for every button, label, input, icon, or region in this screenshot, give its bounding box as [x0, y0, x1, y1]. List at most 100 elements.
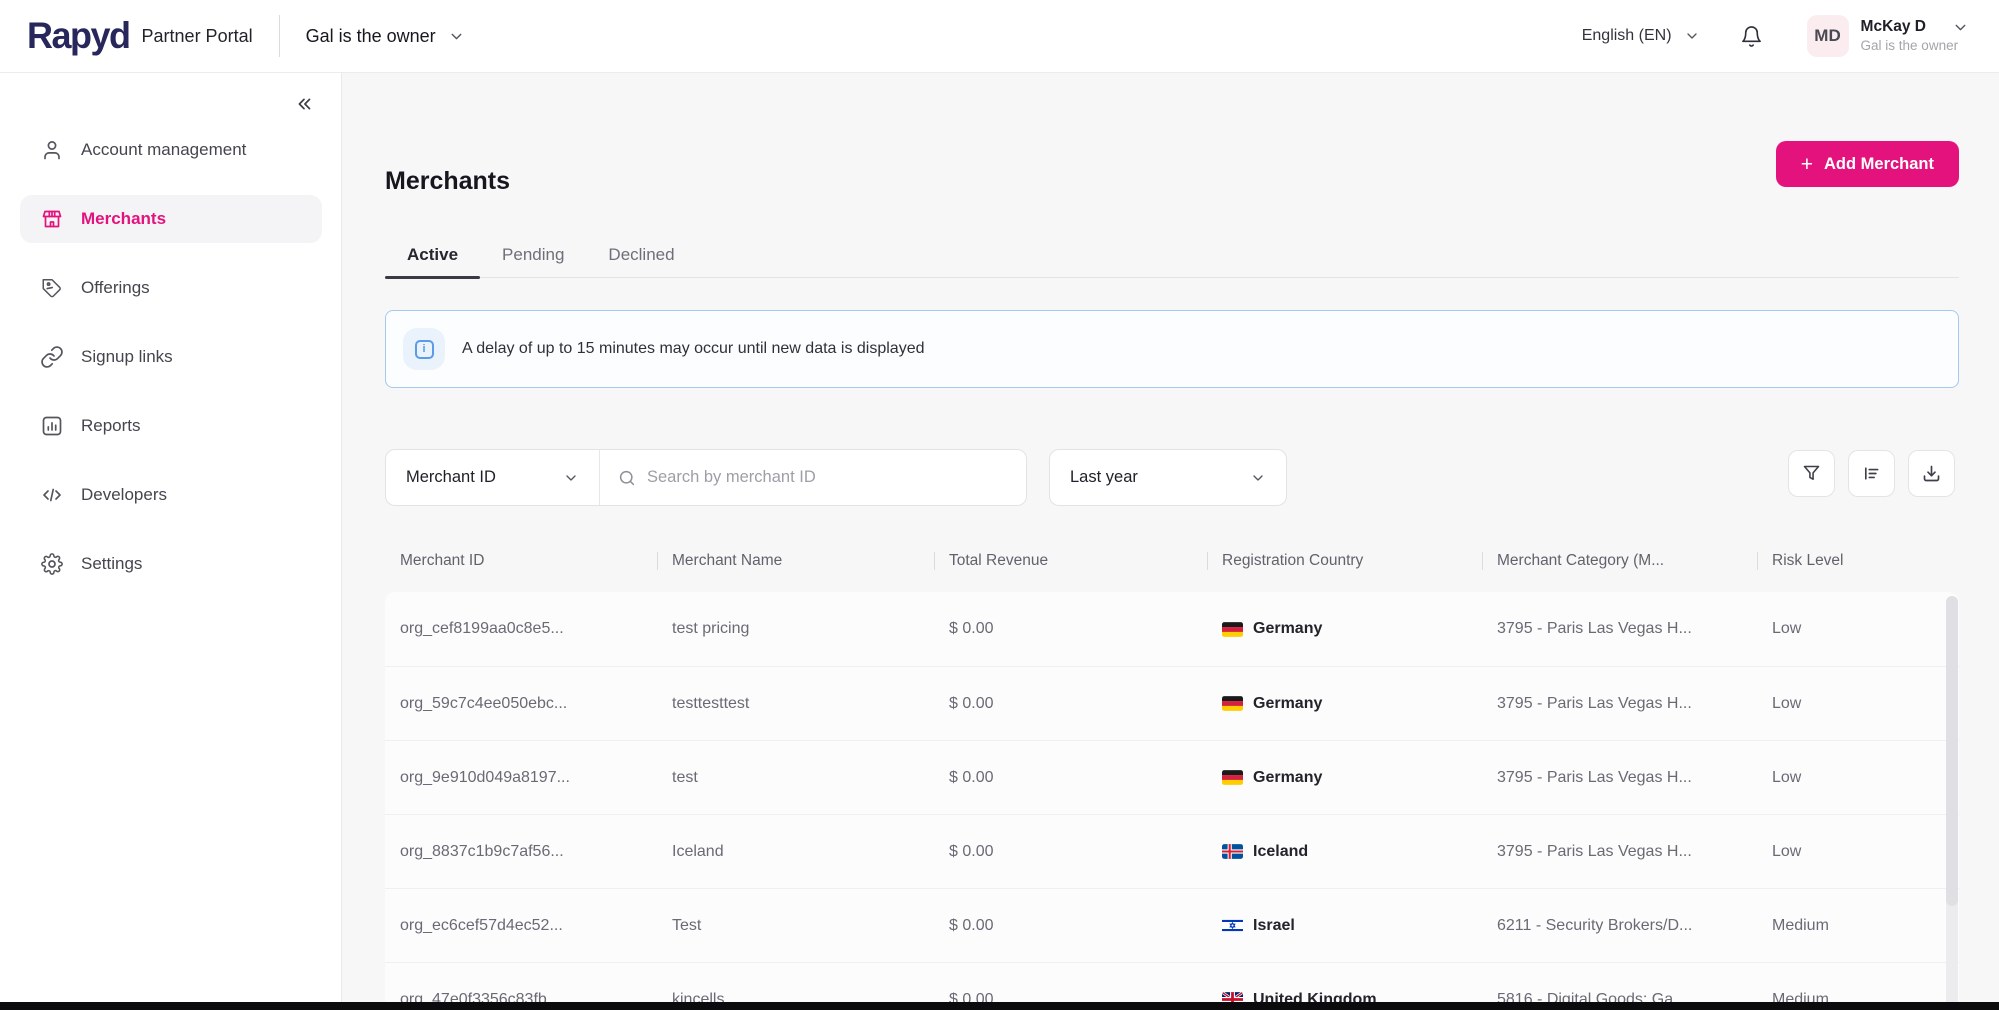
- user-org-subtitle: Gal is the owner: [1860, 37, 1959, 53]
- iceland-flag-icon: [1222, 844, 1243, 859]
- tab-active[interactable]: Active: [385, 233, 481, 279]
- column-header-risk-level: Risk Level: [1757, 552, 1959, 570]
- table-row[interactable]: org_ec6cef57d4ec52... Test $ 0.00 Israel…: [385, 888, 1959, 962]
- sidebar-item-settings[interactable]: Settings: [20, 540, 322, 588]
- cell-merchant-id: org_59c7c4ee050ebc...: [400, 694, 568, 712]
- sidebar-item-merchants[interactable]: Merchants: [20, 195, 322, 243]
- merchants-tabs: Active Pending Declined: [385, 233, 1959, 279]
- sidebar-item-label: Signup links: [81, 347, 173, 366]
- avatar[interactable]: MD: [1806, 15, 1849, 57]
- sidebar-item-reports[interactable]: Reports: [20, 402, 322, 450]
- date-range-label: Last year: [1070, 468, 1138, 486]
- double-chevron-left-icon: [293, 93, 315, 115]
- notifications-button[interactable]: [1740, 25, 1763, 48]
- cell-merchant-id: org_9e910d049a8197...: [400, 768, 570, 786]
- bar-chart-icon: [40, 414, 64, 438]
- chevron-down-icon: [448, 28, 465, 45]
- sidebar-collapse-button[interactable]: [293, 93, 315, 115]
- cell-registration-country: Germany: [1207, 620, 1482, 638]
- download-icon: [1921, 463, 1942, 484]
- cell-risk-level: Low: [1772, 768, 1802, 786]
- info-icon: i: [403, 328, 445, 370]
- org-selector-label: Gal is the owner: [305, 25, 436, 46]
- rapyd-logo: Rapyd: [27, 14, 131, 57]
- sidebar-item-account-management[interactable]: Account management: [20, 126, 322, 174]
- country-name: Germany: [1253, 620, 1323, 637]
- cell-merchant-id: org_8837c1b9c7af56...: [400, 842, 564, 860]
- cell-registration-country: Israel: [1207, 917, 1482, 935]
- table-row[interactable]: org_9e910d049a8197... test $ 0.00 German…: [385, 740, 1959, 814]
- column-header-merchant-id: Merchant ID: [400, 552, 485, 569]
- table-scrollbar[interactable]: [1946, 596, 1958, 1010]
- sidebar-item-label: Offerings: [81, 278, 150, 297]
- info-banner-text: A delay of up to 15 minutes may occur un…: [462, 340, 925, 357]
- cell-total-revenue: $ 0.00: [949, 842, 994, 860]
- tab-declined[interactable]: Declined: [586, 233, 696, 277]
- country-name: Germany: [1253, 768, 1323, 786]
- country-name: Iceland: [1253, 842, 1309, 860]
- table-header: Merchant ID Merchant Name Total Revenue …: [385, 530, 1959, 592]
- sort-button[interactable]: [1848, 450, 1895, 497]
- tab-pending[interactable]: Pending: [480, 233, 586, 277]
- info-banner: i A delay of up to 15 minutes may occur …: [385, 310, 1959, 388]
- search-group: Merchant ID: [385, 449, 1027, 506]
- cell-registration-country: Germany: [1207, 695, 1482, 713]
- country-name: Israel: [1253, 916, 1295, 934]
- chevron-down-icon: [1684, 28, 1700, 44]
- cell-total-revenue: $ 0.00: [949, 768, 994, 786]
- scrollbar-thumb[interactable]: [1946, 596, 1958, 906]
- sidebar-item-label: Developers: [81, 485, 167, 504]
- country-name: Germany: [1253, 694, 1323, 712]
- sort-icon: [1861, 463, 1882, 484]
- column-header-registration-country: Registration Country: [1207, 552, 1482, 570]
- filter-button[interactable]: [1788, 450, 1835, 497]
- cell-merchant-category: 3795 - Paris Las Vegas H...: [1497, 694, 1692, 712]
- org-selector-dropdown[interactable]: Gal is the owner: [306, 26, 465, 47]
- cell-risk-level: Low: [1772, 620, 1802, 637]
- table-row[interactable]: org_cef8199aa0c8e5... test pricing $ 0.0…: [385, 592, 1959, 666]
- portal-label: Partner Portal: [141, 25, 253, 46]
- sidebar-item-signup-links[interactable]: Signup links: [20, 333, 322, 381]
- cell-registration-country: Iceland: [1207, 843, 1482, 861]
- germany-flag-icon: [1222, 621, 1243, 637]
- sidebar-item-label: Account management: [81, 140, 247, 159]
- funnel-icon: [1801, 463, 1822, 484]
- cell-merchant-name: Test: [672, 916, 702, 934]
- plus-icon: +: [1800, 152, 1813, 176]
- search-input[interactable]: [647, 468, 1008, 487]
- sidebar-item-label: Settings: [81, 554, 143, 573]
- user-menu[interactable]: McKay D Gal is the owner: [1861, 17, 1969, 54]
- search-type-dropdown[interactable]: Merchant ID: [386, 450, 600, 505]
- language-selector[interactable]: English (EN): [1582, 27, 1700, 45]
- column-header-merchant-category: Merchant Category (M...: [1482, 552, 1757, 570]
- add-merchant-button[interactable]: + Add Merchant: [1775, 141, 1959, 187]
- sidebar-item-developers[interactable]: Developers: [20, 471, 322, 519]
- merchants-table-body: org_cef8199aa0c8e5... test pricing $ 0.0…: [385, 592, 1959, 1010]
- cell-merchant-category: 3795 - Paris Las Vegas H...: [1497, 768, 1692, 786]
- cell-merchant-name: Iceland: [672, 842, 724, 860]
- sidebar-item-offerings[interactable]: Offerings: [20, 264, 322, 312]
- page-title: Merchants: [385, 167, 511, 195]
- sidebar-nav: Account management Merchants Offerings S…: [20, 126, 322, 609]
- cell-risk-level: Low: [1772, 694, 1802, 712]
- cell-registration-country: Germany: [1207, 769, 1482, 787]
- user-icon: [40, 138, 64, 162]
- germany-flag-icon: [1222, 770, 1243, 785]
- tag-icon: [40, 276, 64, 300]
- cell-merchant-id: org_ec6cef57d4ec52...: [400, 916, 563, 934]
- table-row[interactable]: org_8837c1b9c7af56... Iceland $ 0.00 Ice…: [385, 814, 1959, 888]
- germany-flag-icon: [1222, 696, 1243, 711]
- cell-merchant-category: 3795 - Paris Las Vegas H...: [1497, 620, 1692, 637]
- cell-merchant-name: test: [672, 768, 698, 786]
- cell-total-revenue: $ 0.00: [949, 916, 994, 934]
- cell-risk-level: Medium: [1772, 916, 1829, 934]
- top-bar: Rapyd Partner Portal Gal is the owner En…: [0, 0, 1999, 73]
- chevron-down-icon: [1250, 470, 1266, 486]
- download-button[interactable]: [1908, 450, 1955, 497]
- table-row[interactable]: org_59c7c4ee050ebc... testtesttest $ 0.0…: [385, 666, 1959, 740]
- main-content: Merchants + Add Merchant Active Pending …: [342, 73, 1999, 1010]
- topbar-right: English (EN) MD McKay D Gal is the owner: [1582, 15, 1999, 57]
- code-icon: [40, 483, 64, 507]
- cell-total-revenue: $ 0.00: [949, 694, 994, 712]
- date-range-dropdown[interactable]: Last year: [1049, 449, 1287, 506]
